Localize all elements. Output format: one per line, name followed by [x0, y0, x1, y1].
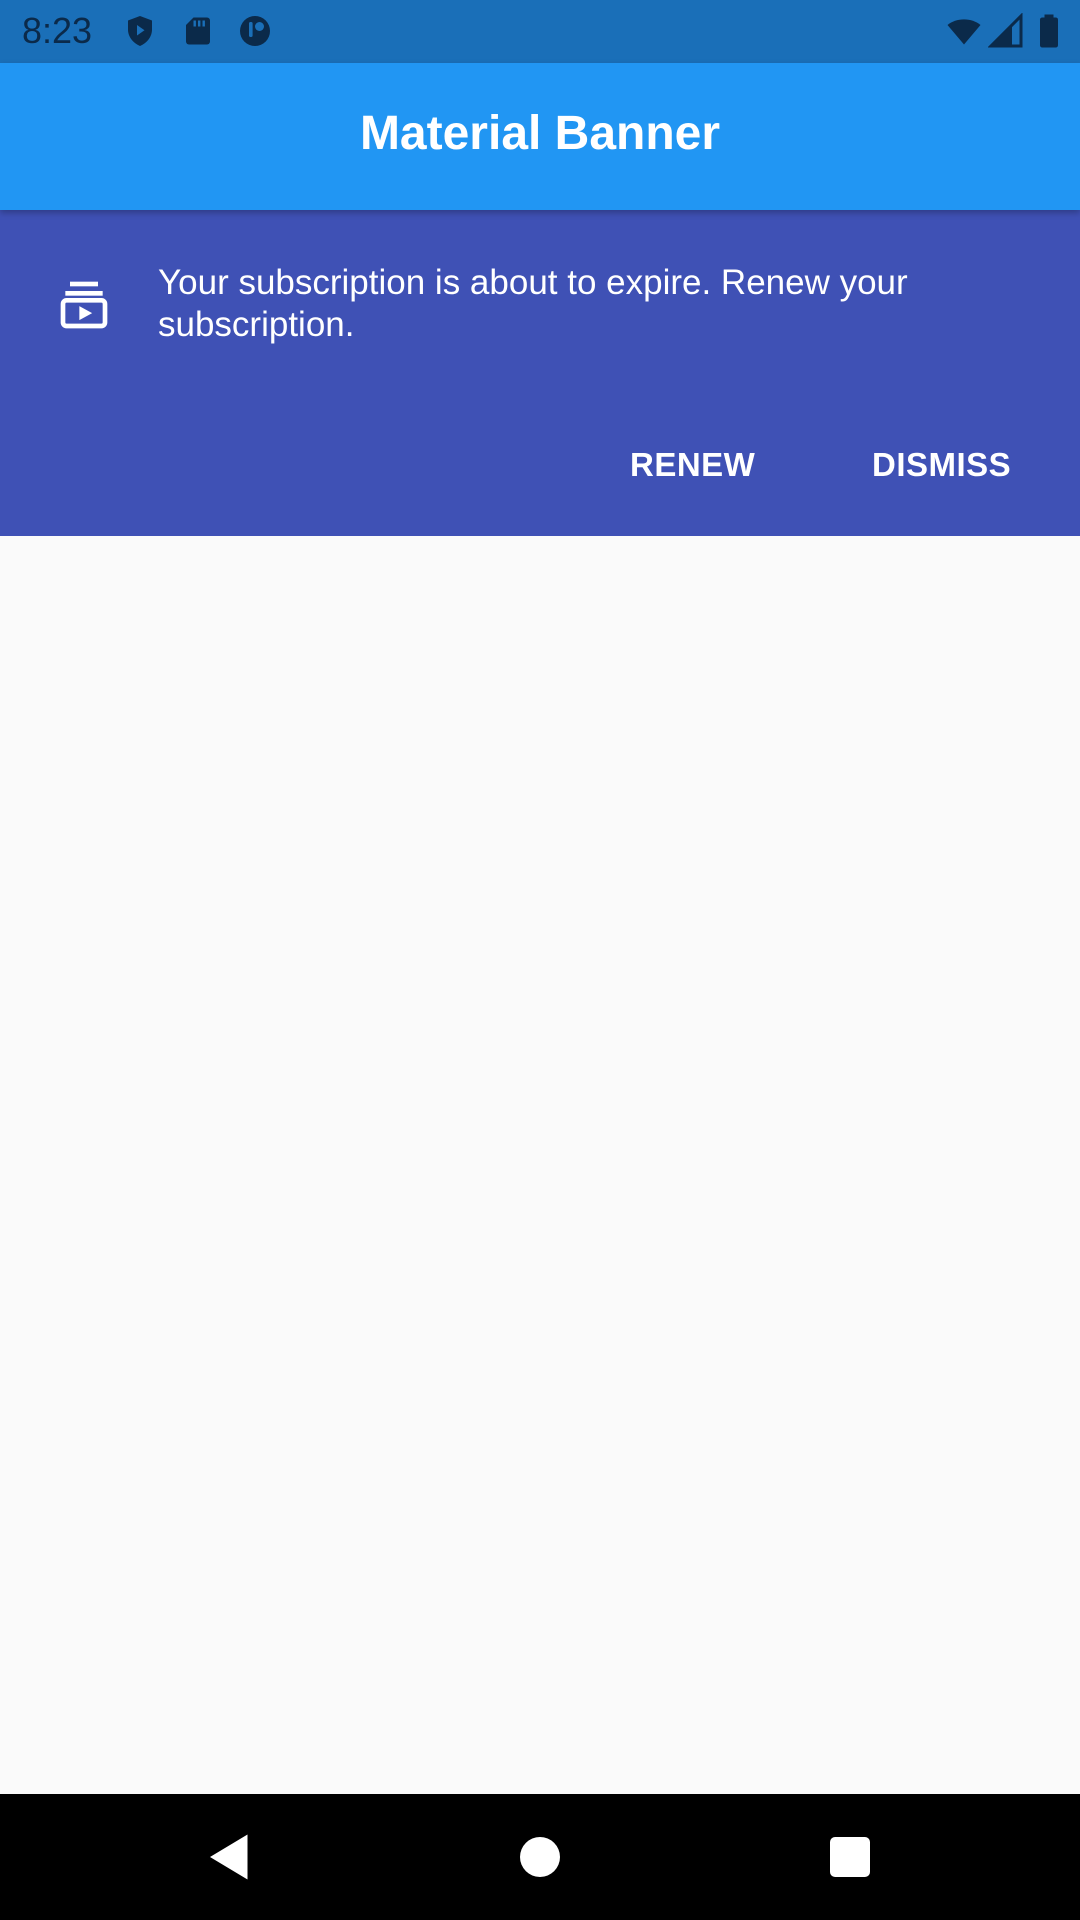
back-icon[interactable] [200, 1827, 260, 1887]
battery-icon [1040, 14, 1058, 48]
shield-play-icon [128, 16, 152, 46]
subscriptions-icon [60, 281, 108, 329]
sd-card-icon [186, 17, 210, 45]
screen: 8:23 Material Banner Your subscription i… [0, 0, 1080, 1920]
status-time: 8:23 [22, 10, 93, 51]
app-bar: Material Banner [0, 63, 1080, 210]
renew-button[interactable]: RENEW [620, 435, 765, 495]
banner-message: Your subscription is about to expire. Re… [158, 263, 908, 344]
signal-icon [988, 13, 1023, 48]
dismiss-button[interactable]: DISMISS [862, 435, 1021, 495]
app-title: Material Banner [359, 107, 721, 160]
wifi-icon [947, 19, 981, 45]
material-banner: Your subscription is about to expire. Re… [0, 210, 1080, 536]
navigation-bar [0, 1794, 1080, 1920]
main-content [0, 536, 1080, 1794]
home-icon[interactable] [510, 1827, 570, 1887]
status-bar: 8:23 [0, 0, 1080, 63]
app-badge-icon [240, 16, 270, 46]
recents-icon[interactable] [820, 1827, 880, 1887]
